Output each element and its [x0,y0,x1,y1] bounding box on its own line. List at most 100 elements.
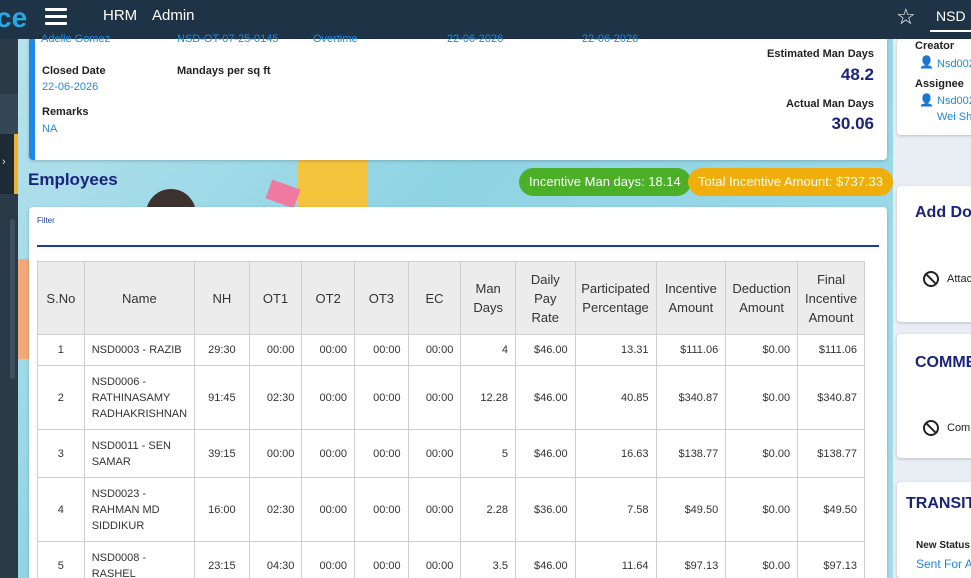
cell-daily-pay-rate: $46.00 [514,541,576,578]
cell-name: NSD0006 - RATHINASAMY RADHAKRISHNAN [83,365,196,430]
cut-off-value: Overtime [313,33,358,45]
chevron-right-icon[interactable]: › [2,156,6,168]
cell-ot3: 00:00 [354,334,409,366]
people-card: Creator 👤 Nsd002 Assignee 👤 Nsd002 Wei S… [897,39,971,135]
cell-daily-pay-rate: $46.00 [514,365,576,430]
assignee-name[interactable]: Wei Sha [937,111,971,123]
cell-man-days: 4 [460,334,516,366]
header-sno: S.No [37,261,85,335]
new-status-value[interactable]: Sent For A [916,557,971,571]
cut-off-value: NSD-OT-07-25-0145 [177,33,279,45]
header-ec: EC [407,261,462,335]
cell-final-incentive-amount: $49.50 [797,477,865,542]
cell-incentive-amount: $111.06 [655,334,727,366]
cell-sno: 4 [37,477,85,542]
transition-heading: TRANSIT [906,495,971,512]
cell-incentive-amount: $97.13 [655,541,727,578]
table-row[interactable]: 5 NSD0008 - RASHEL 23:15 04:30 00:00 00:… [37,541,865,578]
cell-deduction-amount: $0.00 [725,365,799,430]
incentive-man-days-badge: Incentive Man days: 18.14 [519,168,691,196]
cell-participated-percentage: 40.85 [574,365,657,430]
cell-incentive-amount: $49.50 [655,477,727,542]
cell-incentive-amount: $138.77 [655,429,727,478]
cell-ec: 00:00 [407,541,462,578]
header-daily-pay-rate: Daily Pay Rate [514,261,576,335]
cell-sno: 1 [37,334,85,366]
cell-ec: 00:00 [407,334,462,366]
cell-deduction-amount: $0.00 [725,429,799,478]
cell-man-days: 3.5 [460,541,516,578]
employees-table: S.No Name NH OT1 OT2 OT3 EC Man Days Dai… [37,261,865,578]
menu-icon[interactable] [45,8,67,26]
cell-sno: 2 [37,365,85,430]
no-entry-icon [923,420,939,436]
table-row[interactable]: 2 NSD0006 - RATHINASAMY RADHAKRISHNAN 91… [37,365,865,430]
cell-ot1: 00:00 [248,429,303,478]
cell-incentive-amount: $340.87 [655,365,727,430]
header-man-days: Man Days [460,261,516,335]
star-icon[interactable]: ☆ [896,4,916,30]
filter-input[interactable] [37,227,879,247]
background-illustration [298,159,368,209]
sidebar-item[interactable] [0,94,18,134]
app-logo[interactable]: ce [0,2,27,34]
cell-final-incentive-amount: $111.06 [797,334,865,366]
cell-nh: 91:45 [194,365,250,430]
cell-daily-pay-rate: $36.00 [514,477,576,542]
cell-ot3: 00:00 [354,365,409,430]
employees-table-container[interactable]: S.No Name NH OT1 OT2 OT3 EC Man Days Dai… [37,261,865,578]
cell-ot2: 00:00 [301,334,356,366]
cell-ec: 00:00 [407,429,462,478]
closed-date-value: 22-06-2026 [42,81,99,93]
cell-daily-pay-rate: $46.00 [514,429,576,478]
cell-sno: 3 [37,429,85,478]
header-ot2: OT2 [301,261,356,335]
nav-link-hrm[interactable]: HRM [103,7,137,24]
header-final-incentive-amount: Final Incentive Amount [797,261,865,335]
cell-man-days: 2.28 [460,477,516,542]
table-row[interactable]: 1 NSD0003 - RAZIB 29:30 00:00 00:00 00:0… [37,334,865,366]
request-details-card: Adelle Gomez NSD-OT-07-25-0145 Overtime … [29,33,887,160]
cut-off-value: 22-06-2026 [447,33,504,45]
cut-off-value: 22-06-2026 [582,33,639,45]
header-participated-percentage: Participated Percentage [574,261,657,335]
cell-ot3: 00:00 [354,541,409,578]
no-entry-icon [923,271,939,287]
actual-man-days-label: Actual Man Days [785,98,874,110]
comments-heading: COMME [915,354,971,371]
header-ot1: OT1 [248,261,303,335]
actual-man-days-value: 30.06 [831,114,874,133]
comments-empty-text: Comm [947,422,971,434]
user-menu[interactable]: NSD [936,8,966,24]
header-nh: NH [194,261,250,335]
cell-ot3: 00:00 [354,429,409,478]
comments-card: COMME Comm [897,334,971,458]
cell-participated-percentage: 7.58 [574,477,657,542]
cell-man-days: 5 [460,429,516,478]
remarks-value: NA [42,123,58,135]
attachments-empty-text: Attac [947,273,971,285]
cell-nh: 16:00 [194,477,250,542]
cell-name: NSD0008 - RASHEL [83,541,196,578]
assignee-link[interactable]: Nsd002 [937,95,971,107]
sidebar-scrollbar[interactable] [10,219,15,379]
closed-date-label: Closed Date [42,65,106,77]
cell-ec: 00:00 [407,477,462,542]
header-name: Name [83,261,196,335]
cell-sno: 5 [37,541,85,578]
cell-final-incentive-amount: $138.77 [797,429,865,478]
table-row[interactable]: 4 NSD0023 - RAHMAN MD SIDDIKUR 16:00 02:… [37,477,865,542]
filter-label: Filter [37,216,55,225]
table-header-row: S.No Name NH OT1 OT2 OT3 EC Man Days Dai… [37,261,865,335]
table-row[interactable]: 3 NSD0011 - SEN SAMAR 39:15 00:00 00:00 … [37,429,865,478]
person-icon: 👤 [919,55,934,69]
cell-ot2: 00:00 [301,477,356,542]
creator-link[interactable]: Nsd002 [937,58,971,70]
new-status-label: New Status [916,540,970,551]
cell-ot2: 00:00 [301,365,356,430]
cell-daily-pay-rate: $46.00 [514,334,576,366]
remarks-label: Remarks [42,106,89,118]
sidebar: › [0,39,18,578]
add-documents-heading: Add Doc [915,204,971,221]
nav-link-admin[interactable]: Admin [152,7,195,24]
